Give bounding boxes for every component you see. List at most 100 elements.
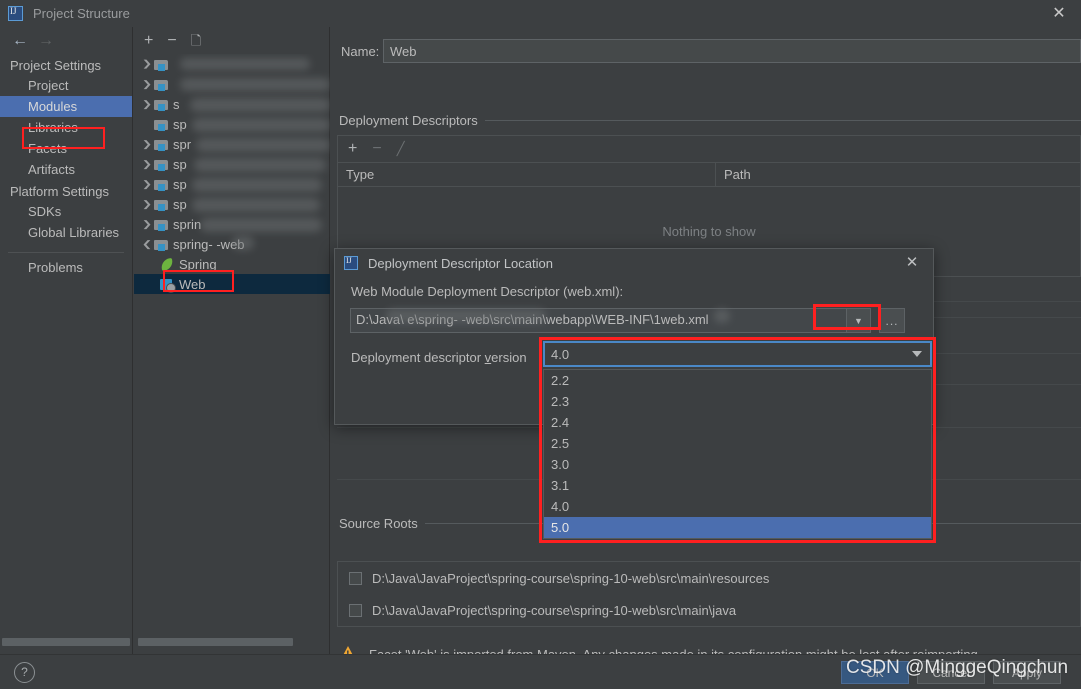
option-2-2[interactable]: 2.2 [544,370,931,391]
tree-row-facet-web[interactable]: Web [134,274,330,294]
chevron-down-icon[interactable]: ▼ [847,308,871,333]
option-2-5[interactable]: 2.5 [544,433,931,454]
intellij-idea-logo-icon [8,6,23,21]
sidebar-group-platform-settings: Platform Settings [10,184,109,199]
descriptor-path-input[interactable]: D:\Java\ e\spring- -web\src\main\webapp\… [350,308,847,333]
dialog-title-bar: Deployment Descriptor Location ✕ [335,249,933,277]
window-title-bar: Project Structure ✕ [0,0,1081,27]
close-icon[interactable]: ✕ [1037,0,1081,27]
module-folder-icon [154,118,169,131]
sidebar-group-project-settings: Project Settings [10,58,102,73]
option-5-0[interactable]: 5.0 [544,517,931,538]
module-folder-icon [154,178,169,191]
web-module-descriptor-label: Web Module Deployment Descriptor (web.xm… [351,284,624,299]
descriptor-version-label: Deployment descriptor version [351,350,527,365]
module-folder-icon [154,58,169,71]
module-folder-icon [154,78,169,91]
source-root-checkbox[interactable] [349,603,362,617]
column-header-type[interactable]: Type [338,163,716,186]
sidebar-item-modules[interactable]: Modules [0,96,132,117]
descriptor-version-value: 4.0 [551,346,570,362]
descriptor-path-row: D:\Java\ e\spring- -web\src\main\webapp\… [350,308,920,333]
tree-row-label: spr [173,136,192,152]
chevron-down-icon[interactable] [912,351,922,357]
tree-row-label: sp [173,156,187,172]
module-tree-panel: + − 🗋 ❯ ❯ ❯ s ❯ sp ❯ spr ❯ [134,27,330,654]
web-facet-icon [160,278,176,293]
module-tree-toolbar: + − 🗋 [134,27,329,54]
table-header: Type Path [338,163,1080,187]
source-roots-list: D:\Java\JavaProject\spring-course\spring… [337,561,1081,627]
sidebar-item-facets[interactable]: Facets [0,138,132,159]
tree-row[interactable]: ❯ sp [134,114,330,134]
tree-row-label: sp [173,116,187,132]
help-question-icon[interactable]: ? [14,662,35,683]
sidebar-item-sdks[interactable]: SDKs [0,201,132,222]
tree-horizontal-scrollbar[interactable] [138,638,293,646]
source-roots-section-title: Source Roots [339,516,425,531]
minus-icon[interactable]: − [372,140,381,158]
module-folder-icon [154,98,169,111]
close-icon[interactable]: ✕ [897,249,927,277]
column-header-path[interactable]: Path [716,163,759,186]
pencil-icon[interactable]: ╱ [397,141,405,157]
tree-row-label: spring- -web [173,236,245,252]
name-input[interactable]: Web [383,39,1081,63]
sidebar-item-global-libraries[interactable]: Global Libraries [0,222,132,243]
tree-row-label: s [173,96,180,112]
dialog-title: Deployment Descriptor Location [368,255,553,271]
descriptor-version-combobox[interactable]: 4.0 [543,341,932,367]
tree-row-spring-web-module[interactable]: ❮ spring- -web [134,234,330,254]
tree-row[interactable]: ❯ s [134,94,330,114]
tree-row[interactable]: ❯ [134,74,330,94]
sidebar-item-problems[interactable]: Problems [0,257,132,278]
tree-row-label: sprin [173,216,202,232]
tree-row[interactable]: ❯ sp [134,174,330,194]
tree-row[interactable]: ❯ [134,54,330,74]
sidebar-item-artifacts[interactable]: Artifacts [0,159,132,180]
spring-leaf-icon [160,258,175,271]
sidebar-item-project[interactable]: Project [0,75,132,96]
copy-icon[interactable]: 🗋 [191,33,201,49]
module-folder-icon [154,158,169,171]
module-folder-icon [154,198,169,211]
option-3-1[interactable]: 3.1 [544,475,931,496]
arrow-right-icon[interactable]: → [33,32,59,50]
tree-row[interactable]: ❯ sp [134,194,330,214]
tree-row-label: sp [173,196,187,212]
tree-row[interactable]: ❯ sprin [134,214,330,234]
source-root-path: D:\Java\JavaProject\spring-course\spring… [372,602,737,618]
arrow-left-icon[interactable]: ← [7,32,33,50]
sidebar-divider [8,252,124,253]
tree-row[interactable]: ❯ spr [134,134,330,154]
minus-icon[interactable]: − [167,32,176,49]
plus-icon[interactable]: + [348,140,357,158]
source-root-row[interactable]: D:\Java\JavaProject\spring-course\spring… [338,594,1080,626]
descriptor-version-option-list[interactable]: 2.2 2.3 2.4 2.5 3.0 3.1 4.0 5.0 [543,369,932,539]
browse-button[interactable]: ... [879,308,905,333]
tree-row[interactable]: ❯ sp [134,154,330,174]
source-root-path: D:\Java\JavaProject\spring-course\spring… [372,570,770,586]
deployment-descriptors-toolbar: + − ╱ [337,135,1081,162]
window-title: Project Structure [33,6,130,21]
module-tree[interactable]: ❯ ❯ ❯ s ❯ sp ❯ spr ❯ sp [134,54,330,632]
csdn-watermark: CSDN @MinggeQingchun [846,657,1069,678]
version-label-post: ersion [491,350,527,365]
sidebar-item-libraries[interactable]: Libraries [0,117,132,138]
option-2-3[interactable]: 2.3 [544,391,931,412]
navigation-arrows: ← → [0,27,132,54]
descriptor-path-value: D:\Java\ e\spring- -web\src\main\webapp\… [356,312,709,327]
option-2-4[interactable]: 2.4 [544,412,931,433]
plus-icon[interactable]: + [144,32,153,49]
tree-row-label: sp [173,176,187,192]
source-root-checkbox[interactable] [349,571,362,585]
sidebar-horizontal-scrollbar[interactable] [2,638,130,646]
version-label-pre: Deployment descriptor [351,350,485,365]
intellij-idea-logo-icon [344,256,358,270]
option-3-0[interactable]: 3.0 [544,454,931,475]
module-folder-icon [154,218,169,231]
option-4-0[interactable]: 4.0 [544,496,931,517]
module-folder-icon [154,138,169,151]
source-root-row[interactable]: D:\Java\JavaProject\spring-course\spring… [338,562,1080,594]
tree-row-facet-spring[interactable]: Spring [134,254,330,274]
